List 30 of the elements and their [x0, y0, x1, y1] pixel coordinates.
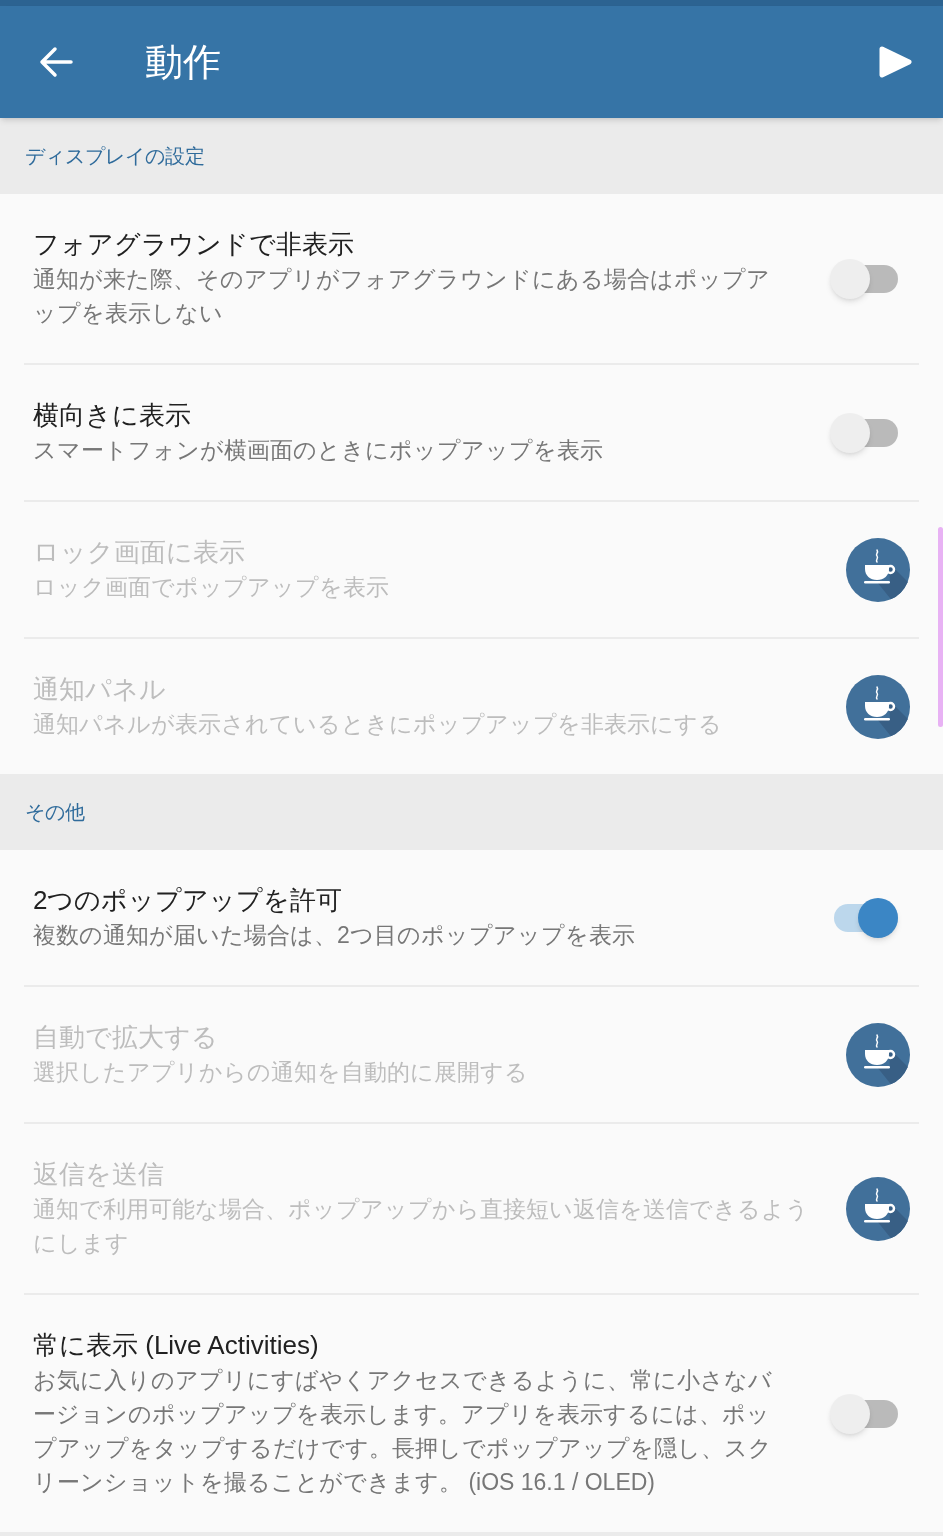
toggle-switch[interactable]	[830, 1393, 898, 1434]
setting-title: 通知パネル	[33, 673, 167, 706]
play-icon	[878, 46, 912, 78]
setting-title: フォアグラウンドで非表示	[33, 228, 355, 261]
section-header: ディスプレイの設定	[25, 144, 205, 169]
toggle-switch[interactable]	[830, 258, 898, 299]
setting-title: 横向きに表示	[33, 399, 192, 432]
setting-description: 複数の通知が届いた場合は、2つ目のポップアップを表示	[33, 921, 636, 950]
setting-title: 自動で拡大する	[33, 1021, 219, 1054]
setting-description: ロック画面でポップアップを表示	[33, 573, 390, 602]
setting-description: スマートフォンが横画面のときにポップアップを表示	[33, 436, 604, 465]
coffee-cup-icon	[846, 537, 910, 602]
section-header: その他	[25, 800, 85, 825]
back-arrow-icon	[39, 46, 73, 78]
setting-title: 2つのポップアップを許可	[33, 884, 344, 917]
coffee-cup-icon	[846, 1022, 910, 1087]
setting-title: 返信を送信	[33, 1158, 165, 1191]
setting-description: 通知で利用可能な場合、ポップアップから直接短い返信を送信できるようにします	[33, 1195, 810, 1258]
coffee-cup-icon	[846, 674, 910, 739]
setting-description: 通知が来た際、そのアプリがフォアグラウンドにある場合はポップアップを表示しない	[33, 265, 771, 328]
setting-description: 通知パネルが表示されているときにポップアップを非表示にする	[33, 710, 723, 739]
app-bar-title: 動作	[145, 40, 221, 85]
setting-title: 常に表示 (Live Activities)	[33, 1329, 320, 1362]
back-button[interactable]	[38, 44, 74, 80]
setting-description: お気に入りのアプリにすばやくアクセスできるように、常に小さなバージョンのポップアップを表示します。アプリを表示するには、ポップアップをタップするだけです。長押しでポップアップを隠し、スクリーンショットを撮ることができます。 (iOS 16.1 / OLED)	[33, 1366, 773, 1497]
coffee-cup-icon	[846, 1176, 910, 1241]
toggle-switch[interactable]	[830, 412, 898, 453]
setting-title: ロック画面に表示	[33, 536, 246, 569]
setting-description: 選択したアプリからの通知を自動的に展開する	[33, 1058, 529, 1087]
play-button[interactable]	[878, 45, 912, 79]
